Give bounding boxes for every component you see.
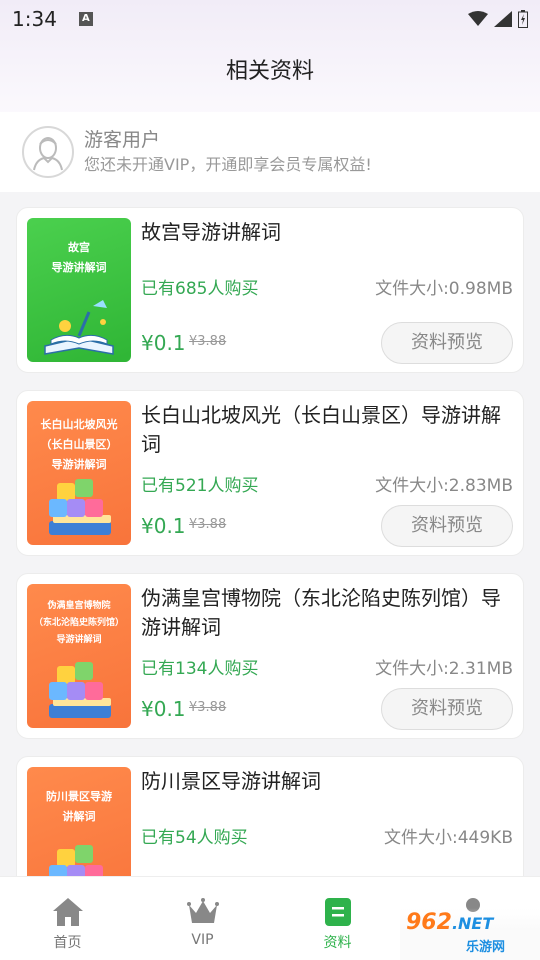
buyers-count: 已有54人购买 bbox=[141, 828, 248, 848]
document-title: 防川景区导游讲解词 bbox=[141, 769, 321, 793]
document-title: 故宫导游讲解词 bbox=[141, 220, 281, 244]
file-size: 文件大小:449KB bbox=[384, 828, 513, 848]
status-time: 1:34 bbox=[12, 7, 57, 31]
original-price: ¥3.88 bbox=[189, 334, 227, 349]
file-size: 文件大小:2.31MB bbox=[375, 659, 513, 679]
home-icon bbox=[52, 898, 83, 926]
avatar[interactable] bbox=[22, 126, 74, 178]
user-name: 游客用户 bbox=[84, 129, 161, 151]
price: ¥0.1 bbox=[141, 514, 186, 538]
document-card[interactable]: 长白山北坡风光 （长白山景区） 导游讲解词 长白山北坡风光（长白山景区）导游讲解… bbox=[16, 390, 524, 556]
page-title: 相关资料 bbox=[225, 59, 314, 84]
tab-documents[interactable]: 资料 bbox=[270, 877, 405, 960]
notification-a-icon: A bbox=[78, 12, 93, 26]
tab-home[interactable]: 首页 bbox=[0, 877, 135, 960]
tab-label: VIP bbox=[191, 932, 214, 948]
thumbnail-title: 故宫 导游讲解词 bbox=[51, 241, 107, 274]
document-title: 长白山北坡风光（长白山景区）导游讲解词 bbox=[141, 403, 501, 456]
thumbnail-title: 防川景区导游 讲解词 bbox=[46, 790, 112, 823]
thumbnail-title: 伪满皇宫博物院 （东北沦陷史陈列馆） 导游讲解词 bbox=[33, 601, 124, 645]
price: ¥0.1 bbox=[141, 331, 186, 355]
preview-button[interactable]: 资料预览 bbox=[381, 688, 513, 730]
original-price: ¥3.88 bbox=[189, 517, 227, 532]
watermark-text: 乐游网 bbox=[466, 940, 506, 955]
signal-icon bbox=[494, 11, 512, 27]
abc-blocks-icon bbox=[49, 479, 111, 535]
crown-icon bbox=[186, 898, 219, 923]
price: ¥0.1 bbox=[141, 697, 186, 721]
book-illustration-icon bbox=[44, 300, 114, 355]
site-watermark: 962.NET 乐游网 bbox=[400, 908, 540, 960]
document-thumbnail: 长白山北坡风光 （长白山景区） 导游讲解词 bbox=[27, 401, 131, 545]
watermark-logo: 962.NET bbox=[406, 910, 494, 935]
status-icons bbox=[468, 10, 528, 28]
tab-label: 资料 bbox=[323, 935, 352, 951]
buyers-count: 已有685人购买 bbox=[141, 279, 259, 299]
tab-vip[interactable]: VIP bbox=[135, 877, 270, 960]
document-icon bbox=[324, 898, 351, 926]
buyers-count: 已有134人购买 bbox=[141, 659, 259, 679]
thumbnail-title: 长白山北坡风光 （长白山景区） 导游讲解词 bbox=[40, 418, 118, 471]
document-title: 伪满皇宫博物院（东北沦陷史陈列馆）导游讲解词 bbox=[141, 586, 501, 639]
wifi-icon bbox=[468, 11, 488, 26]
buyers-count: 已有521人购买 bbox=[141, 476, 259, 496]
battery-icon bbox=[518, 10, 528, 28]
abc-blocks-icon bbox=[49, 662, 111, 718]
vip-prompt[interactable]: 您还未开通VIP，开通即享会员专属权益! bbox=[84, 153, 372, 177]
file-size: 文件大小:2.83MB bbox=[375, 476, 513, 496]
document-thumbnail: 故宫 导游讲解词 bbox=[27, 218, 131, 362]
document-thumbnail: 伪满皇宫博物院 （东北沦陷史陈列馆） 导游讲解词 bbox=[27, 584, 131, 728]
original-price: ¥3.88 bbox=[189, 700, 227, 715]
user-avatar-icon bbox=[33, 137, 63, 171]
document-card[interactable]: 伪满皇宫博物院 （东北沦陷史陈列馆） 导游讲解词 伪满皇宫博物院（东北沦陷史陈列… bbox=[16, 573, 524, 739]
preview-button[interactable]: 资料预览 bbox=[381, 505, 513, 547]
user-info[interactable]: 游客用户 您还未开通VIP，开通即享会员专属权益! bbox=[0, 112, 540, 192]
file-size: 文件大小:0.98MB bbox=[375, 279, 513, 299]
tab-label: 首页 bbox=[53, 935, 82, 951]
preview-button[interactable]: 资料预览 bbox=[381, 322, 513, 364]
document-card[interactable]: 故宫 导游讲解词 故宫导游讲解词 已有685人购买 文件大小:0.98MB ¥0… bbox=[16, 207, 524, 373]
status-bar: 1:34 A bbox=[0, 0, 540, 38]
